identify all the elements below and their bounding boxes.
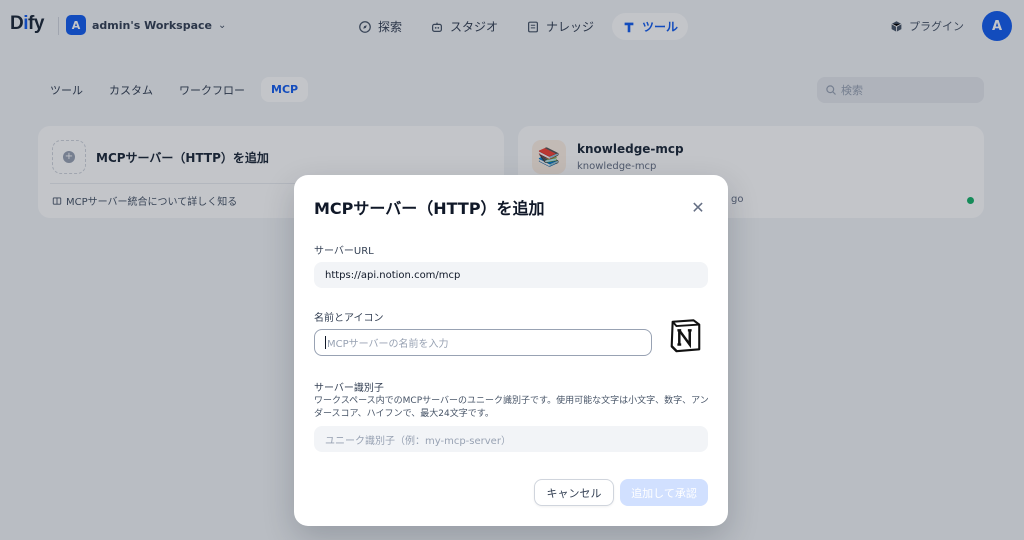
server-url-label: サーバーURL [314, 246, 374, 257]
server-name-input[interactable]: MCPサーバーの名前を入力 [314, 329, 652, 356]
add-and-authorize-button[interactable]: 追加して承認 [620, 479, 708, 506]
server-name-placeholder: MCPサーバーの名前を入力 [327, 339, 449, 350]
server-id-description: ワークスペース内でのMCPサーバーのユニーク識別子です。使用可能な文字は小文字、… [314, 396, 709, 419]
server-id-label: サーバー識別子 [314, 383, 384, 394]
cancel-button[interactable]: キャンセル [534, 479, 614, 506]
close-icon[interactable]: ✕ [688, 197, 708, 217]
text-caret [325, 336, 326, 349]
dialog-title: MCPサーバー（HTTP）を追加 [314, 199, 545, 218]
notion-logo-icon[interactable] [666, 317, 704, 355]
server-id-input[interactable]: ユニーク識別子（例：my-mcp-server） [314, 426, 708, 452]
name-icon-label: 名前とアイコン [314, 313, 384, 324]
add-mcp-server-dialog: MCPサーバー（HTTP）を追加 ✕ サーバーURL https://api.n… [294, 175, 728, 526]
server-url-input[interactable]: https://api.notion.com/mcp [314, 262, 708, 288]
